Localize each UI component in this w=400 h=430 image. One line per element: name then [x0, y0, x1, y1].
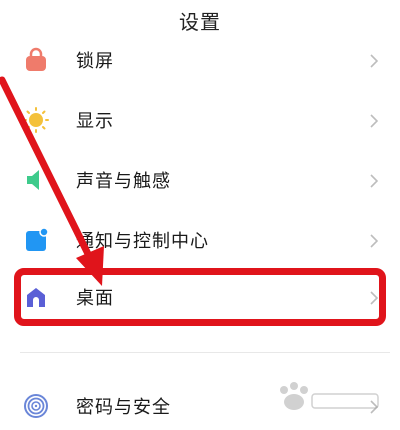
settings-item-label: 桌面 [76, 288, 114, 309]
settings-item-lock-screen[interactable]: 锁屏 [0, 32, 400, 88]
settings-item-display[interactable]: 显示 [0, 92, 400, 148]
chevron-right-icon [370, 173, 379, 188]
sun-icon [22, 106, 50, 134]
settings-item-label: 通知与控制中心 [76, 231, 209, 252]
settings-item-label: 密码与安全 [76, 397, 171, 418]
lock-icon [22, 46, 50, 74]
chevron-right-icon [370, 290, 379, 305]
page-title: 设置 [179, 10, 221, 34]
settings-item-sound[interactable]: 声音与触感 [0, 152, 400, 208]
settings-item-label: 声音与触感 [76, 171, 171, 192]
settings-item-desktop[interactable]: 桌面 [0, 269, 400, 325]
watermark-logo [280, 382, 379, 410]
chevron-right-icon [370, 113, 379, 128]
chevron-right-icon [370, 53, 379, 68]
section-divider [20, 352, 390, 353]
home-icon [22, 283, 50, 311]
fingerprint-icon [22, 392, 50, 420]
speaker-icon [22, 166, 50, 194]
chevron-right-icon [370, 233, 379, 248]
settings-item-label: 锁屏 [76, 51, 114, 72]
notification-icon [22, 226, 50, 254]
settings-item-notifications[interactable]: 通知与控制中心 [0, 212, 400, 268]
settings-screen: 设置 锁屏 显示 声音与触感 通知与控制中心 桌面 密码与安全 [0, 0, 400, 430]
settings-item-label: 显示 [76, 111, 114, 132]
